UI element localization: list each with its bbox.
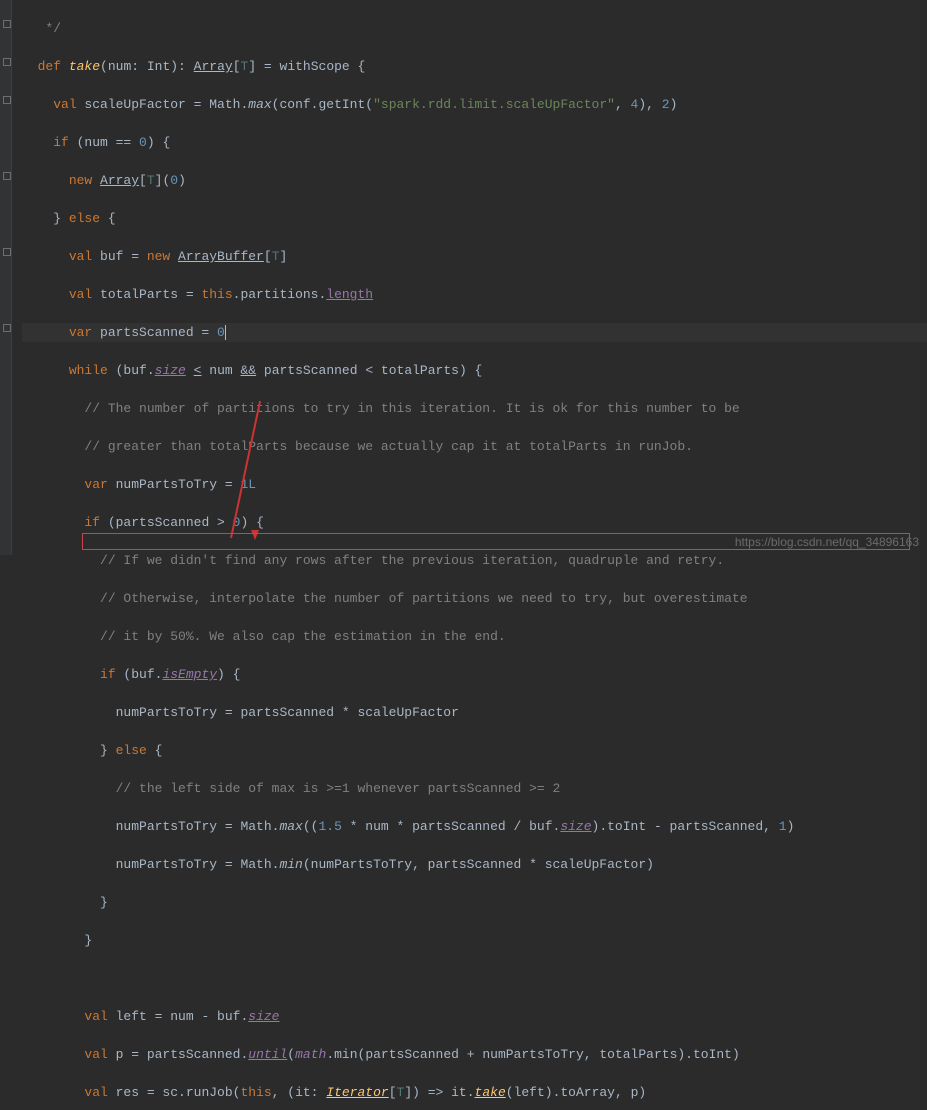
code-line: val scaleUpFactor = Math.max(conf.getInt… — [22, 95, 927, 114]
code-line: val p = partsScanned.until(math.min(part… — [22, 1045, 927, 1064]
code-line: val left = num - buf.size — [22, 1007, 927, 1026]
code-line: if (num == 0) { — [22, 133, 927, 152]
code-line: if (partsScanned > 0) { — [22, 513, 927, 532]
gutter — [0, 0, 12, 555]
code-line: var partsScanned = 0 — [22, 323, 927, 342]
code-line: } else { — [22, 209, 927, 228]
code-line: numPartsToTry = Math.min(numPartsToTry, … — [22, 855, 927, 874]
fold-marker[interactable] — [3, 324, 11, 332]
code-line: // If we didn't find any rows after the … — [22, 551, 927, 570]
code-line: } — [22, 893, 927, 912]
watermark-text: https://blog.csdn.net/qq_34896163 — [735, 533, 919, 552]
code-line: numPartsToTry = Math.max((1.5 * num * pa… — [22, 817, 927, 836]
fold-marker[interactable] — [3, 58, 11, 66]
code-line: // The number of partitions to try in th… — [22, 399, 927, 418]
code-line: // it by 50%. We also cap the estimation… — [22, 627, 927, 646]
code-line: // greater than totalParts because we ac… — [22, 437, 927, 456]
fold-marker[interactable] — [3, 20, 11, 28]
code-line: var numPartsToTry = 1L — [22, 475, 927, 494]
code-line: def take(num: Int): Array[T] = withScope… — [22, 57, 927, 76]
code-line: while (buf.size < num && partsScanned < … — [22, 361, 927, 380]
fold-marker[interactable] — [3, 248, 11, 256]
fold-marker[interactable] — [3, 96, 11, 104]
code-line: val buf = new ArrayBuffer[T] — [22, 247, 927, 266]
code-line: new Array[T](0) — [22, 171, 927, 190]
code-line: // Otherwise, interpolate the number of … — [22, 589, 927, 608]
code-line: val res = sc.runJob(this, (it: Iterator[… — [22, 1083, 927, 1102]
code-line: // the left side of max is >=1 whenever … — [22, 779, 927, 798]
fold-marker[interactable] — [3, 172, 11, 180]
code-line — [22, 969, 927, 988]
code-line: } — [22, 931, 927, 950]
code-editor[interactable]: */ def take(num: Int): Array[T] = withSc… — [14, 0, 927, 1110]
text-cursor — [225, 325, 226, 340]
code-line: if (buf.isEmpty) { — [22, 665, 927, 684]
code-line: */ — [22, 19, 927, 38]
code-line: } else { — [22, 741, 927, 760]
code-line: val totalParts = this.partitions.length — [22, 285, 927, 304]
code-line: numPartsToTry = partsScanned * scaleUpFa… — [22, 703, 927, 722]
